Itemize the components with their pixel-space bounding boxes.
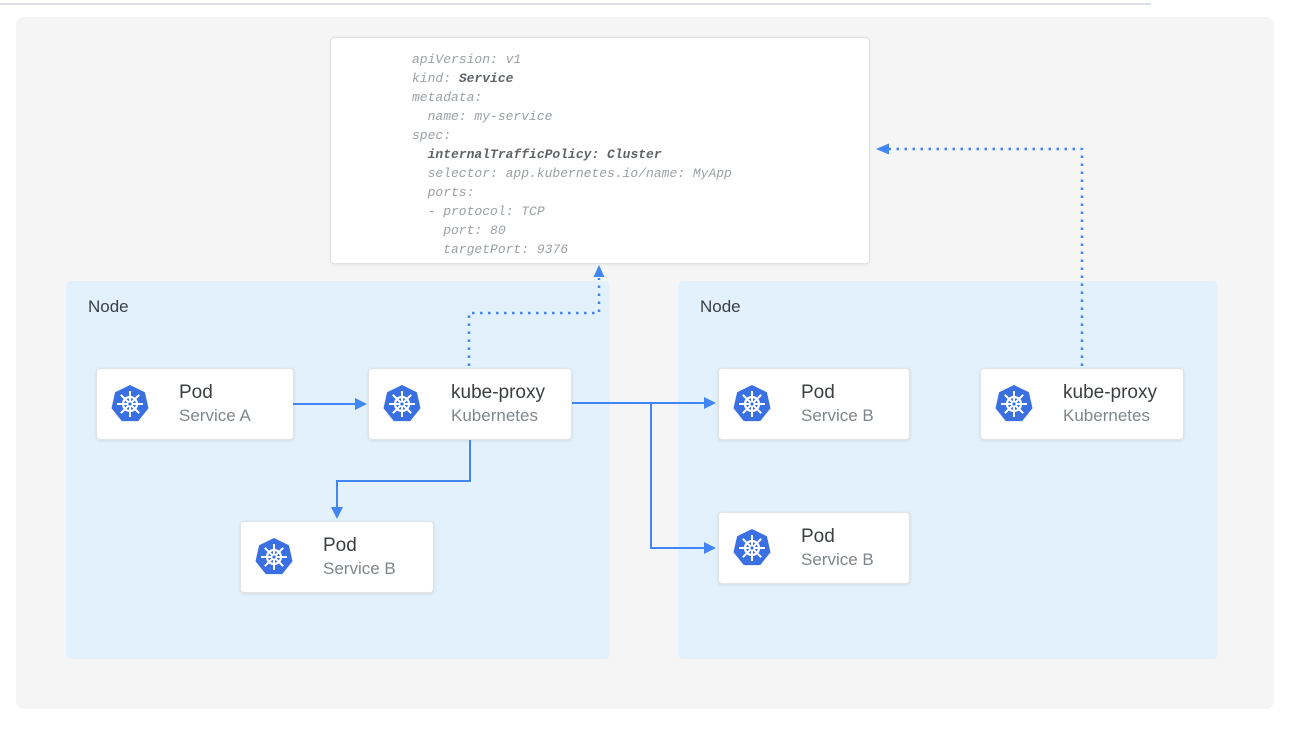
node-box-right: Node — [678, 281, 1218, 659]
card-title: Pod — [801, 381, 874, 405]
code-line: selector: app.kubernetes.io/name: MyApp — [412, 164, 869, 183]
card-subtitle: Service B — [801, 405, 874, 427]
node-label: Node — [88, 297, 129, 317]
card-subtitle: Kubernetes — [451, 405, 545, 427]
card-pod-service-a: Pod Service A — [96, 368, 294, 440]
top-divider-line — [0, 3, 1151, 5]
card-title: Pod — [801, 525, 874, 549]
card-title: Pod — [179, 381, 251, 405]
service-yaml-box: apiVersion: v1kind: Servicemetadata: nam… — [330, 37, 870, 264]
code-line: kind: Service — [412, 69, 869, 88]
kubernetes-icon — [110, 384, 150, 424]
node-label: Node — [700, 297, 741, 317]
code-line: targetPort: 9376 — [412, 240, 869, 259]
card-subtitle: Service A — [179, 405, 251, 427]
code-line: metadata: — [412, 88, 869, 107]
code-line: spec: — [412, 126, 869, 145]
card-subtitle: Service B — [801, 549, 874, 571]
code-line: apiVersion: v1 — [412, 50, 869, 69]
card-kube-proxy-left: kube-proxy Kubernetes — [368, 368, 572, 440]
diagram-stage: apiVersion: v1kind: Servicemetadata: nam… — [0, 0, 1296, 729]
kubernetes-icon — [382, 384, 422, 424]
kubernetes-icon — [732, 528, 772, 568]
code-line: internalTrafficPolicy: Cluster — [412, 145, 869, 164]
yaml-code: apiVersion: v1kind: Servicemetadata: nam… — [331, 38, 869, 259]
card-subtitle: Kubernetes — [1063, 405, 1157, 427]
card-title: kube-proxy — [1063, 381, 1157, 405]
kubernetes-icon — [732, 384, 772, 424]
card-kube-proxy-right: kube-proxy Kubernetes — [980, 368, 1184, 440]
card-subtitle: Service B — [323, 558, 396, 580]
code-line: name: my-service — [412, 107, 869, 126]
card-pod-service-b-left: Pod Service B — [240, 521, 434, 593]
card-pod-service-b-right-bottom: Pod Service B — [718, 512, 910, 584]
code-line: port: 80 — [412, 221, 869, 240]
card-title: kube-proxy — [451, 381, 545, 405]
kubernetes-icon — [994, 384, 1034, 424]
node-box-left: Node — [66, 281, 610, 659]
code-line: - protocol: TCP — [412, 202, 869, 221]
code-line: ports: — [412, 183, 869, 202]
card-pod-service-b-right-top: Pod Service B — [718, 368, 910, 440]
kubernetes-icon — [254, 537, 294, 577]
card-title: Pod — [323, 534, 396, 558]
